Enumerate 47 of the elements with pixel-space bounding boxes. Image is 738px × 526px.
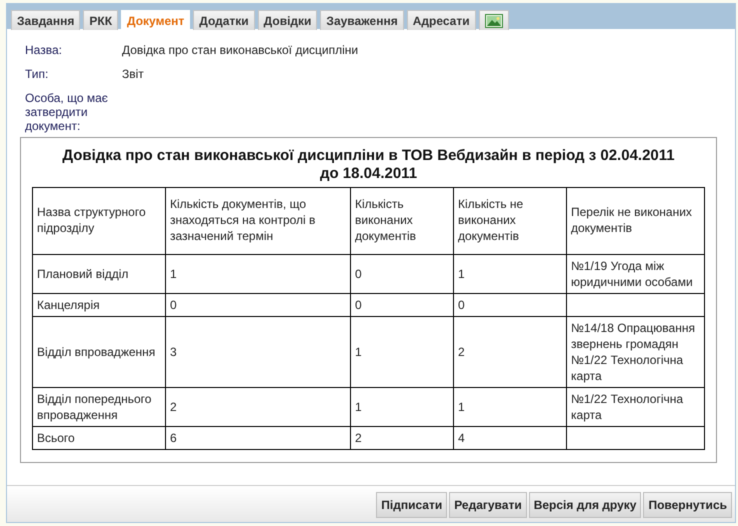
table-cell: 0 — [166, 294, 350, 316]
tab[interactable]: Адресати — [406, 10, 476, 30]
document-entry: №14/18 Опрацювання звернень громадян — [571, 320, 696, 352]
action-button[interactable]: Редагувати — [449, 492, 527, 518]
table-cell: 4 — [454, 426, 566, 450]
table-cell: 1 — [454, 254, 566, 294]
table-cell: Всього — [32, 426, 166, 450]
table-cell: 0 — [454, 294, 566, 316]
image-icon — [484, 14, 503, 28]
tab[interactable]: Завдання — [11, 10, 80, 30]
document-entry: №1/22 Технологічна карта — [571, 391, 684, 423]
tab[interactable]: Довідки — [258, 10, 318, 30]
tab[interactable]: РКК — [83, 10, 118, 30]
column-header: Кількість документів, що знаходяться на контролі в зазначений термін — [166, 188, 350, 254]
table-cell: 1 — [166, 254, 350, 294]
table-cell: 3 — [166, 316, 350, 388]
field-value: Довідка про стан виконавської дисципліни — [122, 43, 360, 57]
table-cell: Відділ впровадження — [32, 316, 166, 388]
column-header: Кількість не виконаних документів — [454, 188, 566, 254]
table-cell: Канцелярія — [32, 294, 166, 316]
action-button[interactable]: Підписати — [376, 492, 448, 518]
field-value: Звіт — [122, 67, 145, 81]
table-cell: Плановий відділ — [32, 254, 166, 294]
field-label: Особа, що має затвердити документ: — [25, 91, 109, 133]
document-entry: №1/22 Технологічна карта — [571, 352, 684, 384]
table-cell: 0 — [350, 254, 454, 294]
action-button[interactable]: Версія для друку — [528, 492, 642, 518]
document-entry: №1/19 Угода між юридичними особами — [571, 258, 694, 290]
column-header: Кількість виконаних документів — [350, 188, 454, 254]
table-cell: 1 — [350, 388, 454, 426]
column-header: Перелік не виконаних документів — [566, 188, 704, 254]
field-label: Тип: — [25, 67, 50, 81]
table-cell: 1 — [454, 388, 566, 426]
table-cell: 2 — [166, 388, 350, 426]
tab[interactable]: Додатки — [193, 10, 255, 30]
table-cell: 0 — [350, 294, 454, 316]
table-cell: Відділ попереднього впровадження — [32, 388, 166, 426]
table-cell: 2 — [350, 426, 454, 450]
report-title: Довідка про стан виконавської дисципліни в ТОВ Вебдизайн в період з 02.04.2011 до 18.04.2011 — [61, 147, 676, 184]
action-button[interactable]: Повернутись — [643, 492, 732, 518]
table-cell: 1 — [350, 316, 454, 388]
field-label: Назва: — [25, 43, 63, 57]
tab[interactable]: Зауваження — [320, 10, 404, 30]
table-cell: 6 — [166, 426, 350, 450]
picture-tab[interactable] — [478, 10, 509, 30]
column-header: Назва структурного підрозділу — [32, 188, 166, 254]
table-cell: 2 — [454, 316, 566, 388]
